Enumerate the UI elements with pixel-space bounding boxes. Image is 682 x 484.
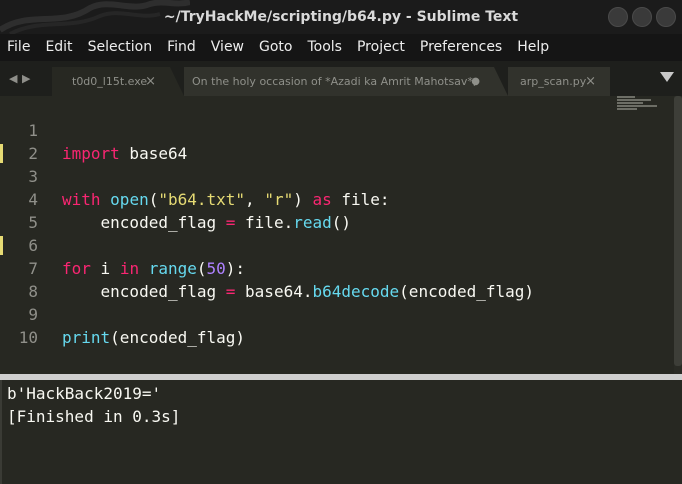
maximize-button[interactable] <box>632 7 652 27</box>
menu-help[interactable]: Help <box>510 34 557 61</box>
token: (encoded_flag) <box>110 328 246 347</box>
line-number: 10 <box>18 328 38 347</box>
code-editor[interactable]: 1 import base64 2 3 with open("b64.txt",… <box>0 96 682 374</box>
minimize-button[interactable] <box>608 7 628 27</box>
tab-separator <box>170 67 184 96</box>
scrollbar-thumb[interactable] <box>674 96 682 366</box>
code-line[interactable]: 2 <box>0 119 615 163</box>
code-line[interactable]: 3 with open("b64.txt", "r") as file: <box>0 142 615 209</box>
tab-t0d0[interactable]: t0d0_l15t.exe × <box>52 67 170 96</box>
build-output-panel[interactable]: b'HackBack2019=' [Finished in 0.3s] <box>0 380 682 484</box>
tab-label: t0d0_l15t.exe <box>72 75 148 88</box>
output-line: b'HackBack2019=' <box>7 384 162 403</box>
code-line[interactable]: 8 <box>0 257 615 301</box>
tab-label: arp_scan.py <box>520 75 587 88</box>
tab-next-icon[interactable]: ▶ <box>22 61 30 96</box>
window-title: ~/TryHackMe/scripting/b64.py - Sublime T… <box>163 9 519 25</box>
editor-scrollbar[interactable] <box>674 96 682 374</box>
code-line[interactable]: 4 encoded_flag = file.read() <box>0 165 615 232</box>
menu-edit[interactable]: Edit <box>38 34 80 61</box>
code-line[interactable]: 10 <box>0 303 615 347</box>
unsaved-dot-icon[interactable]: ● <box>471 67 480 96</box>
title-bar: ~/TryHackMe/scripting/b64.py - Sublime T… <box>0 0 682 34</box>
tab-separator <box>494 67 508 96</box>
token: print <box>62 328 111 347</box>
tab-bar: ◀ ▶ t0d0_l15t.exe × On the holy occasion… <box>0 61 682 96</box>
output-line: [Finished in 0.3s] <box>7 407 181 426</box>
code-line[interactable]: 7 encoded_flag = base64.b64decode(encode… <box>0 234 615 301</box>
close-window-button[interactable] <box>656 7 676 27</box>
code-line[interactable]: 5 <box>0 188 615 232</box>
tab-close-icon[interactable]: × <box>585 67 596 96</box>
code-line[interactable]: 9 print(encoded_flag) <box>0 280 615 347</box>
code-line[interactable]: 1 import base64 <box>0 96 615 163</box>
menu-bar: File Edit Selection Find View Goto Tools… <box>0 34 682 61</box>
tab-prev-icon[interactable]: ◀ <box>9 61 17 96</box>
minimap[interactable] <box>617 96 667 116</box>
menu-view[interactable]: View <box>204 34 252 61</box>
menu-file[interactable]: File <box>0 34 38 61</box>
tab-arp-scan[interactable]: arp_scan.py × <box>508 67 610 96</box>
menu-preferences[interactable]: Preferences <box>413 34 510 61</box>
tab-label: On the holy occasion of *Azadi ka Amrit … <box>192 75 477 88</box>
tab-azadi[interactable]: On the holy occasion of *Azadi ka Amrit … <box>184 67 494 96</box>
menu-selection[interactable]: Selection <box>81 34 161 61</box>
menu-tools[interactable]: Tools <box>300 34 350 61</box>
tab-close-icon[interactable]: × <box>145 67 156 96</box>
menu-project[interactable]: Project <box>350 34 413 61</box>
tab-list-dropdown-icon[interactable] <box>660 72 674 82</box>
code-line[interactable]: 6 for i in range(50): <box>0 211 615 278</box>
menu-goto[interactable]: Goto <box>252 34 300 61</box>
menu-find[interactable]: Find <box>160 34 204 61</box>
